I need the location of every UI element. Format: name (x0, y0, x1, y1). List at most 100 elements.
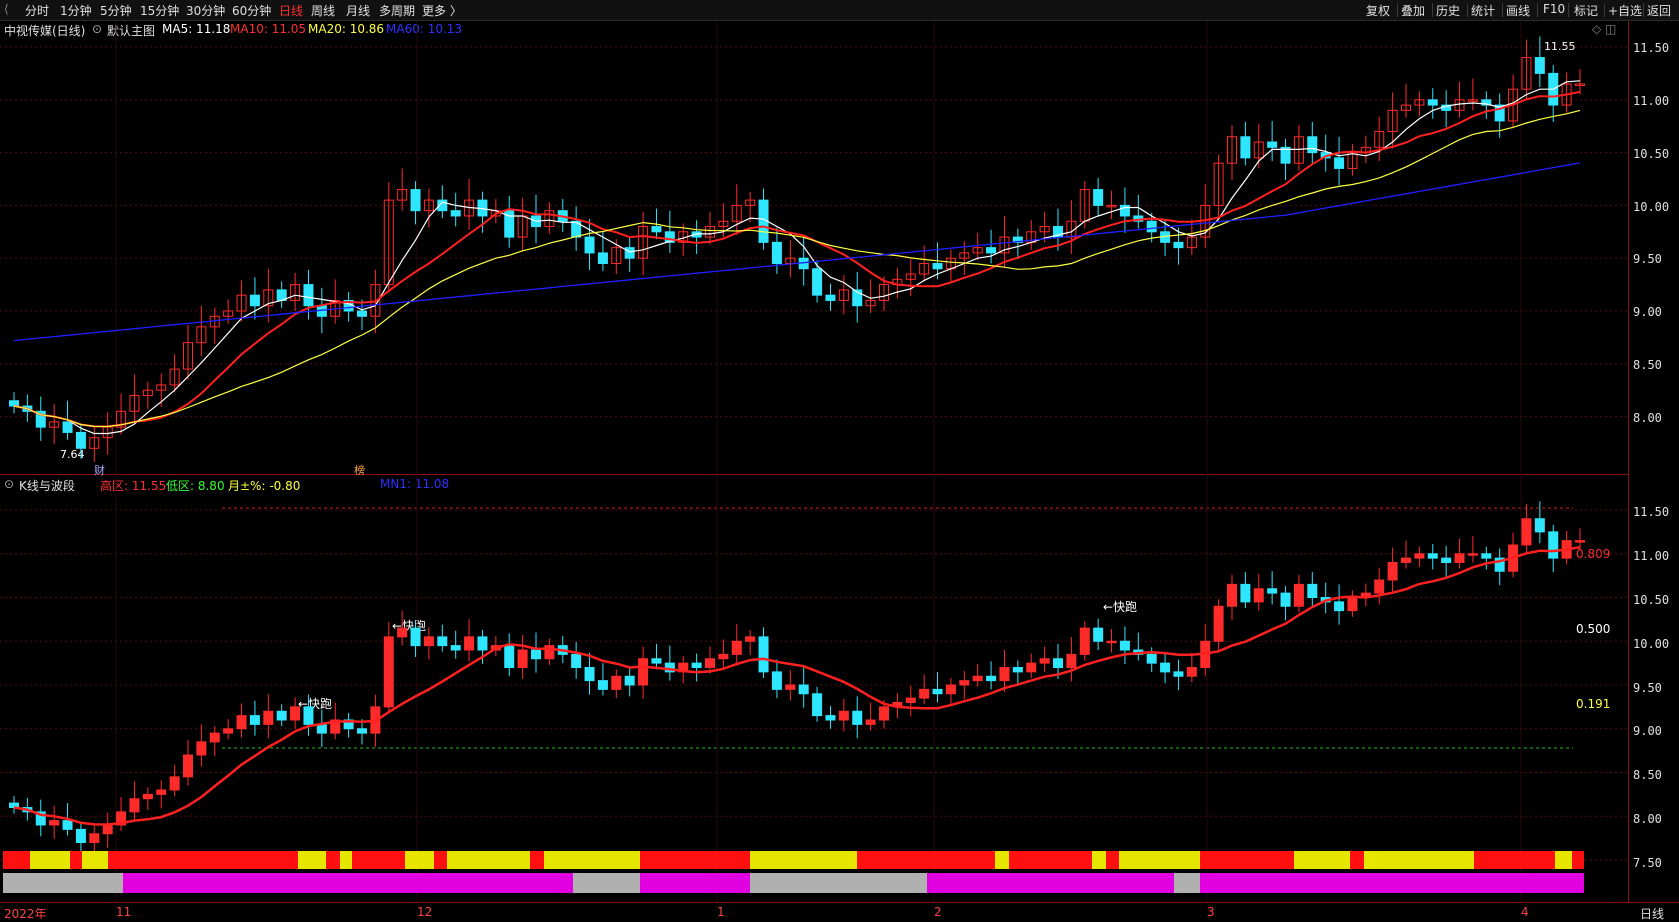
sub-candle-body (196, 741, 207, 756)
trend-band (108, 851, 298, 869)
sub-candle-body (1534, 518, 1545, 533)
sub-candle-body (450, 645, 461, 651)
sub-candle-body (263, 710, 274, 725)
candle-body (825, 294, 836, 301)
trend-band (405, 851, 434, 869)
y-label: 11.00 (1633, 94, 1670, 108)
sub-candle-body (223, 728, 234, 734)
sub-candle-body (691, 662, 702, 668)
sub-candle-body (1427, 553, 1438, 559)
sub-candle-body (838, 710, 849, 721)
x-label: 4 (1521, 905, 1529, 919)
x-label: 3 (1207, 905, 1215, 919)
sub-candle-body (1066, 653, 1077, 668)
sub-candle-body (1106, 640, 1117, 644)
sub-candle-body (1160, 662, 1171, 673)
sub-candle-body (1186, 667, 1197, 677)
candle-body (1267, 141, 1278, 148)
sub-candle-body (303, 706, 314, 725)
trend-band (1119, 851, 1200, 869)
trend-band (70, 851, 82, 869)
y-label: 10.50 (1633, 147, 1670, 161)
trend-band (1555, 851, 1572, 869)
sub-candle-body (357, 728, 367, 734)
sub-candle-body (1173, 671, 1184, 677)
candle-body (1334, 157, 1345, 169)
candle-body (1173, 241, 1184, 249)
sub-candle-body (1053, 658, 1063, 668)
sub-candle-body (1253, 588, 1264, 603)
sub-candle-body (852, 710, 863, 725)
y-label: 10.00 (1633, 637, 1670, 651)
trend-band (750, 851, 857, 869)
sub-candle-body (1307, 583, 1318, 598)
y-label: 11.50 (1633, 41, 1670, 55)
y-label: 9.50 (1633, 681, 1662, 695)
trend-band (1572, 851, 1584, 869)
sub-candle-body (236, 715, 247, 730)
sub-candle-body (972, 675, 983, 682)
sub-candle-body (825, 715, 836, 721)
trend-band (995, 851, 1009, 869)
sub-candle-body (865, 719, 876, 725)
candle-body (584, 236, 595, 254)
sub-candle-body (919, 688, 930, 699)
candle-body (62, 421, 73, 433)
sub-candle-body (209, 732, 220, 743)
sub-candle-body (49, 820, 60, 826)
sub-candle-body (504, 645, 515, 668)
sub-candle-body (1213, 605, 1224, 642)
phase-band (123, 873, 573, 893)
sub-candle-body (477, 636, 488, 651)
sub-candle-body (597, 680, 608, 690)
x-label: 11 (116, 905, 132, 919)
sub-candle-body (812, 693, 823, 717)
sub-candle-body (1146, 653, 1157, 664)
candle-body (1534, 57, 1545, 74)
ma20-line (13, 109, 1581, 428)
phase-band (573, 873, 640, 893)
sub-candle-body (1521, 518, 1532, 546)
sub-candle-body (771, 671, 782, 690)
trend-band (1474, 851, 1500, 869)
trend-band (530, 851, 544, 869)
y-label: 8.00 (1633, 411, 1662, 425)
sub-candle-body (62, 820, 73, 830)
sub-candle-body (102, 824, 113, 835)
sub-candle-body (986, 675, 997, 682)
candle-body (651, 226, 662, 233)
period-label: 日线 (1640, 907, 1665, 921)
trend-band (447, 851, 530, 869)
candle-body (1427, 99, 1438, 106)
sub-candle-body (531, 649, 541, 660)
sub-candle-body (383, 636, 394, 708)
sub-candle-body (651, 658, 662, 664)
candle-body (75, 431, 86, 449)
trend-band (352, 851, 405, 869)
candle-body (597, 252, 608, 264)
y-label: 8.00 (1633, 812, 1662, 826)
sub-candle-body (611, 675, 622, 690)
phase-band (1200, 873, 1584, 893)
sub-candle-body (798, 684, 809, 695)
sub-candle-body (1079, 627, 1090, 655)
trend-band (1106, 851, 1119, 869)
sub-candle-body (75, 828, 86, 843)
phase-band (3, 873, 123, 893)
sub-candle-body (624, 675, 635, 686)
sub-candle-body (758, 636, 769, 673)
trend-band (82, 851, 108, 869)
trend-band (544, 851, 640, 869)
sub-candle-body (945, 684, 956, 695)
sub-candle-body (1119, 640, 1130, 651)
return-button[interactable]: 返回 (1647, 2, 1671, 19)
phase-band (640, 873, 750, 893)
sub-candle-body (705, 658, 715, 668)
kline-chart[interactable] (0, 0, 1628, 902)
sub-candle-body (1293, 583, 1304, 607)
sub-candle-body (1093, 627, 1104, 642)
sub-candle-body (1012, 667, 1023, 673)
phase-band (1174, 873, 1200, 893)
sub-candle-body (1401, 557, 1411, 563)
y-label: 8.50 (1633, 358, 1662, 372)
